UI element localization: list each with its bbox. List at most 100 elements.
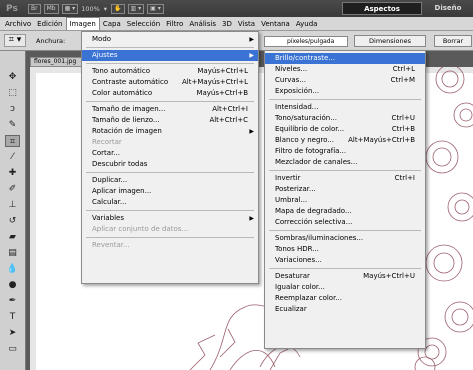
ajustes-menu-item-curvas[interactable]: Curvas... Ctrl+M <box>265 75 425 86</box>
imagen-menu-item-rotacion-de-imagen[interactable]: Rotación de imagen ▶ <box>82 126 258 137</box>
ajustes-menu-item-filtro-de-fotografia[interactable]: Filtro de fotografía... <box>265 146 425 157</box>
crop-tool-icon[interactable]: ⌗ <box>5 135 20 147</box>
screen-mode-button[interactable]: ▣ ▾ <box>147 3 164 14</box>
imagen-menu-item-tamano-de-imagen[interactable]: Tamaño de imagen... Alt+Ctrl+I <box>82 104 258 115</box>
ajustes-menu-item-umbral[interactable]: Umbral... <box>265 195 425 206</box>
ajustes-menu-item-posterizar[interactable]: Posterizar... <box>265 184 425 195</box>
ajustes-menu-item-blanco-y-negro[interactable]: Blanco y negro... Alt+Mayús+Ctrl+B <box>265 135 425 146</box>
eraser-tool-icon[interactable]: ▰ <box>5 231 20 243</box>
ajustes-menu-item-intensidad[interactable]: Intensidad... <box>265 102 425 113</box>
menu-imagen[interactable]: Imagen <box>65 17 100 30</box>
pen-tool-icon[interactable]: ✒ <box>5 295 20 307</box>
ajustes-menu-item-tono-saturacion[interactable]: Tono/saturación... Ctrl+U <box>265 113 425 124</box>
imagen-menu-item-tamano-de-lienzo[interactable]: Tamaño de lienzo... Alt+Ctrl+C <box>82 115 258 126</box>
imagen-menu-item-contraste-automatico[interactable]: Contraste automático Alt+Mayús+Ctrl+L <box>82 77 258 88</box>
ajustes-menu-item-niveles[interactable]: Niveles... Ctrl+L <box>265 64 425 75</box>
menu-capa[interactable]: Capa <box>100 18 124 30</box>
width-label: Anchura: <box>36 37 66 45</box>
imagen-menu-item-shortcut: Alt+Ctrl+C <box>209 116 248 124</box>
menu-ayuda[interactable]: Ayuda <box>293 18 321 30</box>
ajustes-menu-item-label: Niveles... <box>275 65 308 73</box>
imagen-menu-item-descubrir-todas[interactable]: Descubrir todas <box>82 159 258 170</box>
clone-stamp-tool-icon[interactable]: ⊥ <box>5 199 20 211</box>
ajustes-menu-item-shortcut: Mayús+Ctrl+U <box>363 272 415 280</box>
menu-3d[interactable]: 3D <box>219 18 235 30</box>
ajustes-menu-item-mezclador-de-canales[interactable]: Mezclador de canales... <box>265 157 425 168</box>
ajustes-menu-item-equilibrio-de-color[interactable]: Equilibrio de color... Ctrl+B <box>265 124 425 135</box>
ajustes-menu-item-igualar-color[interactable]: Igualar color... <box>265 282 425 293</box>
ajustes-menu-item-brillo-contraste[interactable]: Brillo/contraste... <box>265 53 425 64</box>
arrange-documents-button[interactable]: ▥ ▾ <box>127 3 145 14</box>
mini-bridge-button[interactable]: Mb <box>43 3 59 14</box>
ajustes-menu-item-desaturar[interactable]: Desaturar Mayús+Ctrl+U <box>265 271 425 282</box>
ajustes-menu-item-label: Variaciones... <box>275 256 322 264</box>
shape-tool-icon[interactable]: ▭ <box>5 343 20 355</box>
ajustes-menu-item-mapa-de-degradado[interactable]: Mapa de degradado... <box>265 206 425 217</box>
menu-bar: Archivo Edición Imagen Capa Selección Fi… <box>0 17 473 31</box>
imagen-menu-item-modo[interactable]: Modo ▶ <box>82 34 258 45</box>
history-brush-tool-icon[interactable]: ↺ <box>5 215 20 227</box>
zoom-dropdown-icon[interactable]: ▾ <box>104 5 107 13</box>
ajustes-menu-item-label: Corrección selectiva... <box>275 218 353 226</box>
dodge-tool-icon[interactable]: ● <box>5 279 20 291</box>
menu-vista[interactable]: Vista <box>235 18 258 30</box>
dimensions-button[interactable]: Dimensiones <box>354 35 426 47</box>
imagen-menu-separator <box>86 63 254 64</box>
ajustes-menu-item-reemplazar-color[interactable]: Reemplazar color... <box>265 293 425 304</box>
bridge-button[interactable]: Br <box>28 3 41 14</box>
ajustes-menu-item-label: Brillo/contraste... <box>275 54 336 62</box>
lasso-tool-icon[interactable]: ↄ <box>5 103 20 115</box>
tools-panel: ✥ ⬚ ↄ ✎ ⌗ ⁄ ✚ ✐ ⊥ ↺ ▰ ▤ 💧 ● ✒ T ➤ ▭ <box>0 51 26 370</box>
ajustes-menu-item-correccion-selectiva[interactable]: Corrección selectiva... <box>265 217 425 228</box>
hand-tool-button[interactable]: ✋ <box>111 3 125 14</box>
zoom-level[interactable]: 100% <box>81 5 100 13</box>
imagen-menu-separator <box>86 47 254 48</box>
ajustes-menu-item-exposicion[interactable]: Exposición... <box>265 86 425 97</box>
ajustes-menu-item-tonos-hdr[interactable]: Tonos HDR... <box>265 244 425 255</box>
ajustes-menu-item-ecualizar[interactable]: Ecualizar <box>265 304 425 315</box>
ajustes-menu-separator <box>269 170 421 171</box>
resolution-units-select[interactable]: píxeles/pulgada <box>264 36 348 47</box>
imagen-menu-item-variables[interactable]: Variables ▶ <box>82 213 258 224</box>
imagen-menu: Modo ▶ Ajustes ▶ Tono automático Mayús+Ctrl+L… <box>81 31 259 284</box>
workspace-essentials-button[interactable]: Aspectos esenciales <box>342 2 422 26</box>
ajustes-menu-item-label: Posterizar... <box>275 185 316 193</box>
imagen-menu-item-calcular[interactable]: Calcular... <box>82 197 258 208</box>
path-selection-tool-icon[interactable]: ➤ <box>5 327 20 339</box>
ajustes-menu-item-label: Desaturar <box>275 272 310 280</box>
imagen-menu-item-shortcut: Mayús+Ctrl+B <box>196 89 248 97</box>
imagen-menu-separator <box>86 172 254 173</box>
healing-brush-tool-icon[interactable]: ✚ <box>5 167 20 179</box>
imagen-menu-item-cortar[interactable]: Cortar... <box>82 148 258 159</box>
menu-archivo[interactable]: Archivo <box>2 18 34 30</box>
imagen-menu-separator <box>86 210 254 211</box>
imagen-menu-item-tono-automatico[interactable]: Tono automático Mayús+Ctrl+L <box>82 66 258 77</box>
blur-tool-icon[interactable]: 💧 <box>5 263 20 275</box>
ajustes-menu-item-variaciones[interactable]: Variaciones... <box>265 255 425 266</box>
ajustes-menu-item-sombras-iluminaciones[interactable]: Sombras/iluminaciones... <box>265 233 425 244</box>
imagen-menu-item-duplicar[interactable]: Duplicar... <box>82 175 258 186</box>
eyedropper-tool-icon[interactable]: ⁄ <box>5 151 20 163</box>
ajustes-menu-separator <box>269 230 421 231</box>
menu-ventana[interactable]: Ventana <box>258 18 293 30</box>
view-extras-button[interactable]: ▦ ▾ <box>61 3 79 14</box>
imagen-menu-item-label: Cortar... <box>92 149 120 157</box>
imagen-menu-item-color-automatico[interactable]: Color automático Mayús+Ctrl+B <box>82 88 258 99</box>
marquee-tool-icon[interactable]: ⬚ <box>5 87 20 99</box>
move-tool-icon[interactable]: ✥ <box>5 71 20 83</box>
type-tool-icon[interactable]: T <box>5 311 20 323</box>
clear-button[interactable]: Borrar <box>434 35 472 47</box>
ajustes-menu-item-label: Curvas... <box>275 76 306 84</box>
brush-tool-icon[interactable]: ✐ <box>5 183 20 195</box>
gradient-tool-icon[interactable]: ▤ <box>5 247 20 259</box>
imagen-menu-item-aplicar-imagen[interactable]: Aplicar imagen... <box>82 186 258 197</box>
menu-edicion[interactable]: Edición <box>34 18 65 30</box>
menu-filtro[interactable]: Filtro <box>163 18 186 30</box>
crop-tool-preset-picker[interactable]: ⌗ ▾ <box>4 34 26 47</box>
ajustes-menu-item-invertir[interactable]: Invertir Ctrl+I <box>265 173 425 184</box>
menu-seleccion[interactable]: Selección <box>124 18 163 30</box>
menu-analisis[interactable]: Análisis <box>186 18 219 30</box>
quick-selection-tool-icon[interactable]: ✎ <box>5 119 20 131</box>
imagen-menu-item-ajustes[interactable]: Ajustes ▶ <box>82 50 258 61</box>
workspace-design-button[interactable]: Diseño <box>426 2 470 15</box>
